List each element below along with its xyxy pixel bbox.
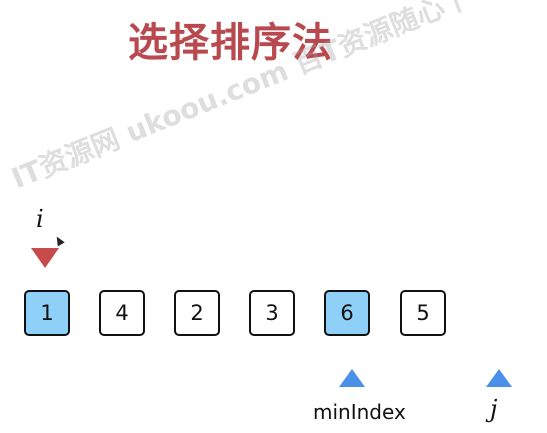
page-title: 选择排序法 [128,20,333,66]
pointer-j-marker-icon [486,369,512,387]
mouse-cursor-icon [53,234,65,247]
pointer-minindex-marker-icon [339,369,365,387]
pointer-minindex-label: minIndex [313,400,406,424]
array-cell-5: 5 [400,290,446,336]
array-cell-2: 2 [174,290,220,336]
pointer-j-label: j [490,395,498,423]
pointer-i-label: i [36,205,44,233]
pointer-i-marker-icon [31,248,59,268]
array-cell-1: 4 [99,290,145,336]
array-cell-3: 3 [249,290,295,336]
array-cell-0: 1 [24,290,70,336]
array-cell-4: 6 [324,290,370,336]
